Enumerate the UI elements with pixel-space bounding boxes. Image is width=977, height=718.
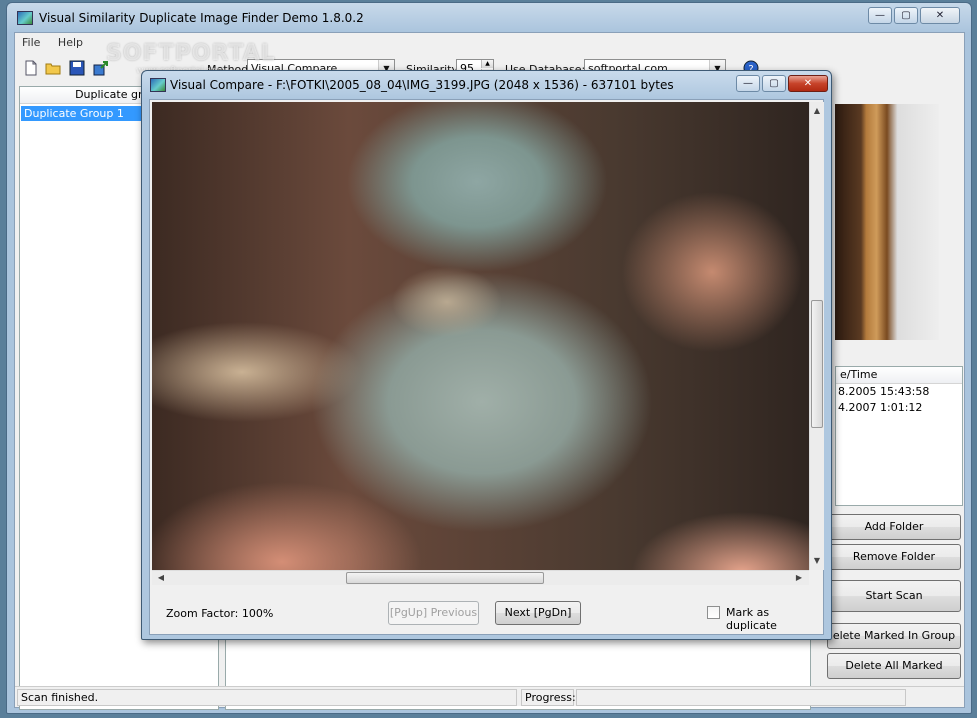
save-icon[interactable] bbox=[69, 60, 85, 76]
scroll-up-icon[interactable]: ▲ bbox=[810, 104, 824, 118]
maximize-button[interactable]: ▢ bbox=[894, 7, 918, 24]
next-button[interactable]: Next [PgDn] bbox=[495, 601, 581, 625]
menu-file[interactable]: File bbox=[15, 33, 47, 52]
menu-help[interactable]: Help bbox=[51, 33, 90, 52]
visual-compare-dialog: Visual Compare - F:\FOTKI\2005_08_04\IMG… bbox=[141, 70, 832, 640]
add-folder-button[interactable]: Add Folder bbox=[827, 514, 961, 540]
mark-duplicate-checkbox[interactable] bbox=[707, 606, 720, 619]
table-row[interactable]: 4.2007 1:01:12 bbox=[836, 400, 962, 416]
progress-bar bbox=[576, 689, 906, 706]
scroll-left-icon[interactable]: ◀ bbox=[154, 571, 168, 585]
open-icon[interactable] bbox=[45, 60, 61, 76]
minimize-button[interactable]: — bbox=[736, 75, 760, 92]
spin-up-icon[interactable]: ▲ bbox=[481, 60, 493, 68]
status-bar: Scan finished. Progress: bbox=[15, 686, 964, 706]
scroll-right-icon[interactable]: ▶ bbox=[792, 571, 806, 585]
status-message: Scan finished. bbox=[17, 689, 517, 706]
window-title: Visual Similarity Duplicate Image Finder… bbox=[39, 11, 364, 25]
scroll-thumb[interactable] bbox=[346, 572, 544, 584]
previous-button[interactable]: [PgUp] Previous bbox=[388, 601, 479, 625]
preview-image bbox=[835, 104, 939, 340]
delete-marked-in-group-button[interactable]: elete Marked In Group bbox=[827, 623, 961, 649]
dialog-client: ▲ ▼ ◀ ▶ Zoom Factor: 100% [PgUp] Previou… bbox=[149, 99, 824, 635]
watermark-text: SOFTPORTAL bbox=[106, 41, 276, 66]
new-icon[interactable] bbox=[23, 60, 39, 76]
dialog-title[interactable]: Visual Compare - F:\FOTKI\2005_08_04\IMG… bbox=[170, 78, 674, 92]
close-button[interactable]: ✕ bbox=[920, 7, 960, 24]
file-details-table[interactable]: e/Time 8.2005 15:43:58 4.2007 1:01:12 bbox=[835, 366, 963, 506]
column-header-datetime[interactable]: e/Time bbox=[836, 367, 962, 384]
table-row[interactable]: 8.2005 15:43:58 bbox=[836, 384, 962, 400]
zoom-factor-label: Zoom Factor: 100% bbox=[166, 607, 274, 620]
app-icon bbox=[150, 78, 166, 92]
minimize-button[interactable]: — bbox=[868, 7, 892, 24]
close-button[interactable]: ✕ bbox=[788, 75, 828, 92]
app-icon bbox=[17, 11, 33, 25]
delete-all-marked-button[interactable]: Delete All Marked bbox=[827, 653, 961, 679]
progress-label: Progress: bbox=[521, 689, 576, 706]
scroll-down-icon[interactable]: ▼ bbox=[810, 554, 824, 568]
title-bar[interactable]: Visual Similarity Duplicate Image Finder… bbox=[7, 3, 971, 31]
mark-duplicate-label[interactable]: Mark as duplicate bbox=[726, 606, 823, 632]
horizontal-scrollbar[interactable]: ◀ ▶ bbox=[152, 570, 809, 585]
photo-crayfish[interactable] bbox=[152, 102, 809, 570]
vertical-scrollbar[interactable]: ▲ ▼ bbox=[809, 102, 824, 570]
start-scan-button[interactable]: Start Scan bbox=[827, 580, 961, 612]
remove-folder-button[interactable]: Remove Folder bbox=[827, 544, 961, 570]
scroll-thumb[interactable] bbox=[811, 300, 823, 428]
maximize-button[interactable]: ▢ bbox=[762, 75, 786, 92]
